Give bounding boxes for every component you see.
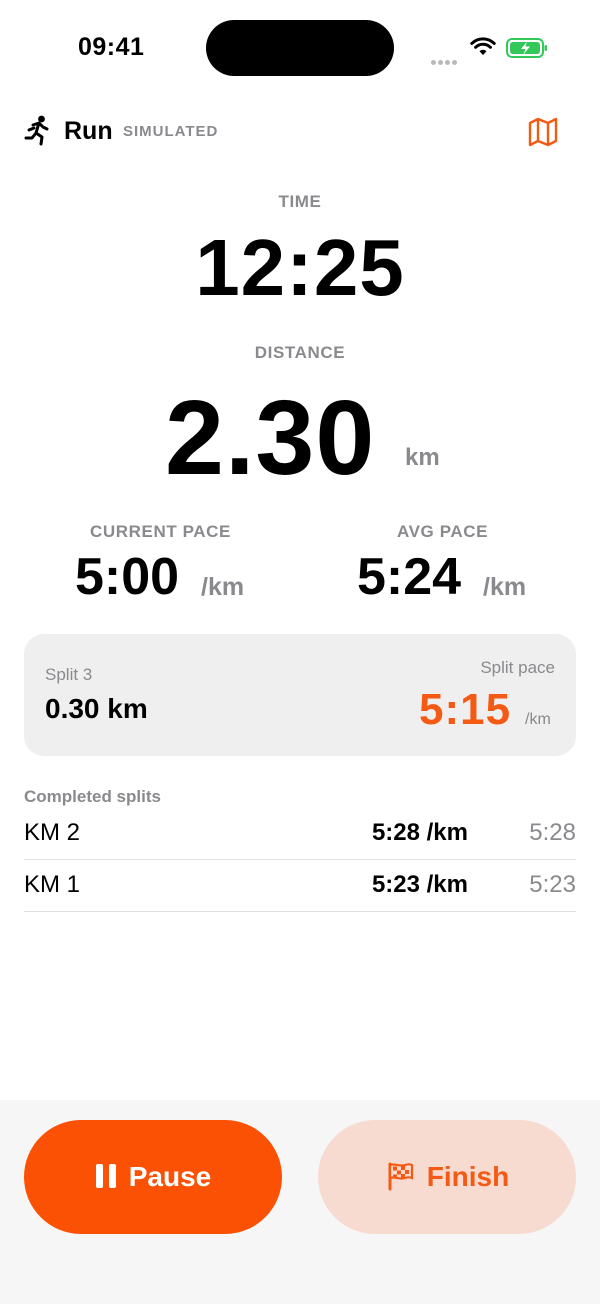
map-icon[interactable] <box>527 116 559 148</box>
distance-value: 2.30 <box>165 379 376 497</box>
avg-pace-value: 5:24 <box>357 548 462 606</box>
finish-button[interactable]: Finish <box>318 1120 576 1234</box>
status-time: 09:41 <box>78 33 145 61</box>
split-pace-unit: /km <box>525 711 551 728</box>
avg-pace-label: AVG PACE <box>397 522 489 541</box>
pause-button[interactable]: Pause <box>24 1120 282 1234</box>
finish-button-label: Finish <box>426 1161 510 1192</box>
current-pace-unit: /km <box>201 573 245 601</box>
dynamic-island <box>206 20 394 76</box>
split-pace-value: 5:15 <box>419 685 512 734</box>
split-distance: 0.30 km <box>45 693 148 724</box>
split-pace-label: Split pace <box>480 658 555 677</box>
time-value: 12:25 <box>195 223 405 312</box>
cellular-signal-icon <box>431 52 461 65</box>
split-row-km: KM 1 <box>24 871 81 898</box>
battery-icon <box>506 38 548 63</box>
current-pace-label: CURRENT PACE <box>90 522 232 541</box>
split-row-time: 5:28 <box>529 819 576 846</box>
split-row: KM 1 5:23 /km 5:23 <box>24 859 576 912</box>
pause-button-label: Pause <box>128 1161 212 1192</box>
time-label: TIME <box>278 192 322 211</box>
runner-icon <box>24 115 52 147</box>
checkered-flag-icon <box>385 1161 415 1194</box>
mode-badge: SIMULATED <box>123 123 219 140</box>
distance-unit: km <box>405 444 440 471</box>
current-pace-value: 5:00 <box>75 548 180 606</box>
avg-pace-unit: /km <box>483 573 527 601</box>
wifi-icon <box>470 37 496 62</box>
completed-splits-title: Completed splits <box>24 787 161 806</box>
split-row-time: 5:23 <box>529 871 576 898</box>
split-row-pace: 5:28 /km <box>371 819 468 846</box>
pause-icon <box>95 1163 117 1192</box>
activity-title: Run <box>64 117 113 145</box>
split-row-km: KM 2 <box>24 819 81 846</box>
split-row-pace: 5:23 /km <box>371 871 468 898</box>
distance-label: DISTANCE <box>254 343 346 362</box>
split-row: KM 2 5:28 /km 5:28 <box>24 807 576 860</box>
